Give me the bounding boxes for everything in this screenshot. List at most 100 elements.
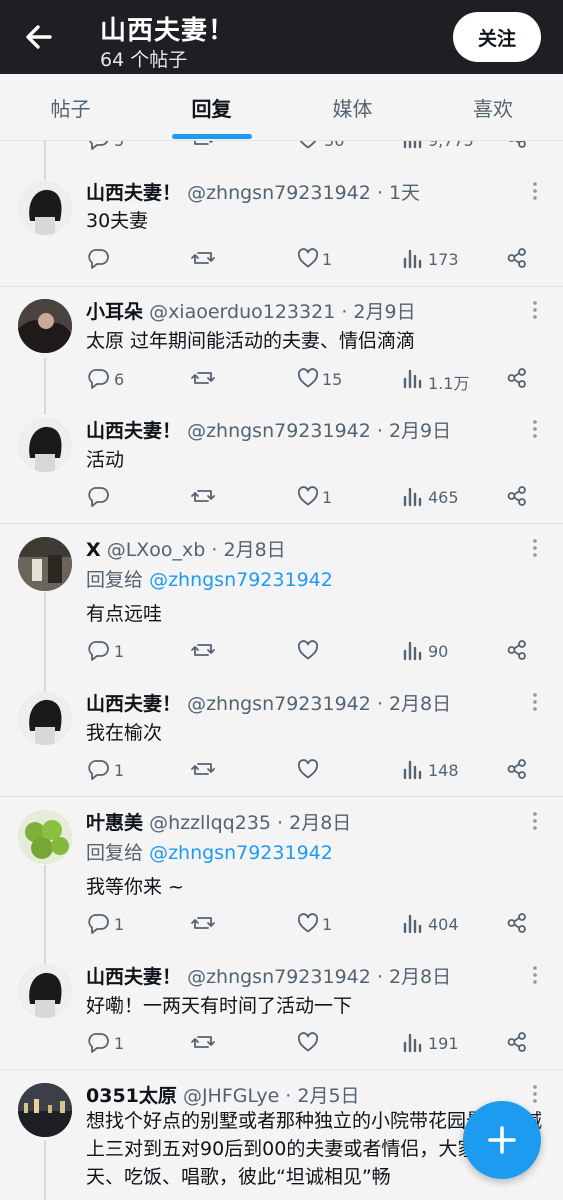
compose-button[interactable]: [463, 1101, 541, 1179]
share-icon[interactable]: [506, 485, 528, 507]
like-icon[interactable]: [296, 757, 320, 781]
views-icon[interactable]: [402, 367, 424, 389]
handle-and-date: @xiaoerduo123321 · 2月9日: [149, 301, 416, 323]
more-options-icon[interactable]: [528, 692, 542, 712]
views-icon[interactable]: [402, 758, 424, 780]
repost-icon[interactable]: [190, 638, 216, 662]
tab-posts[interactable]: 帖子: [0, 74, 141, 140]
post-header: 小耳朵 @xiaoerduo123321 · 2月9日: [86, 297, 416, 324]
display-name[interactable]: 山西夫妻！: [86, 966, 181, 988]
more-options-icon[interactable]: [528, 419, 542, 439]
more-options-icon[interactable]: [528, 965, 542, 985]
view-count: 148: [428, 761, 459, 780]
share-icon[interactable]: [506, 247, 528, 269]
reply-icon[interactable]: [86, 140, 110, 151]
reply-icon[interactable]: [86, 911, 110, 935]
like-icon[interactable]: [296, 638, 320, 662]
thread-line: [44, 1140, 46, 1200]
share-icon[interactable]: [506, 639, 528, 661]
post-text: 好嘞！一两天有时间了活动一下: [86, 995, 353, 1017]
more-options-icon[interactable]: [528, 181, 542, 201]
repost-icon[interactable]: [190, 246, 216, 270]
repost-icon[interactable]: [190, 484, 216, 508]
back-button[interactable]: [20, 18, 58, 56]
post-text: 活动: [86, 449, 125, 471]
reply-icon[interactable]: [86, 638, 110, 662]
tab-media[interactable]: 媒体: [282, 74, 423, 140]
reply-count: 1: [114, 761, 125, 780]
views-icon[interactable]: [402, 485, 424, 507]
reply-icon[interactable]: [86, 757, 110, 781]
post-count: 64 个帖子: [100, 49, 188, 71]
display-name[interactable]: 山西夫妻！: [86, 182, 181, 204]
reply-count: 6: [114, 370, 125, 389]
like-count: 15: [322, 370, 343, 389]
reply-to-label: 回复给: [86, 842, 144, 864]
divider: [0, 1069, 563, 1070]
repost-icon[interactable]: [190, 366, 216, 390]
more-options-icon[interactable]: [528, 811, 542, 831]
handle-and-date: @zhngsn79231942 · 2月8日: [187, 693, 452, 715]
display-name[interactable]: 叶惠美: [86, 812, 143, 834]
views-icon[interactable]: [402, 639, 424, 661]
thread-line: [44, 592, 46, 692]
reply-icon[interactable]: [86, 484, 110, 508]
avatar[interactable]: [18, 299, 72, 353]
share-icon[interactable]: [506, 140, 528, 149]
tab-replies[interactable]: 回复: [141, 74, 282, 140]
post-header: 0351太原 @JHFGLye · 2月5日: [86, 1081, 360, 1108]
reply-icon[interactable]: [86, 366, 110, 390]
reply-to-link[interactable]: @zhngsn79231942: [149, 569, 333, 591]
like-icon[interactable]: [296, 911, 320, 935]
views-icon[interactable]: [402, 140, 424, 149]
handle-and-date: @JHFGLye · 2月5日: [182, 1085, 360, 1107]
avatar-photo: [18, 418, 72, 472]
view-count: 191: [428, 1034, 459, 1053]
reply-icon[interactable]: [86, 246, 110, 270]
avatar[interactable]: [18, 181, 72, 235]
reply-to-label: 回复给: [86, 569, 144, 591]
display-name[interactable]: 山西夫妻！: [86, 420, 181, 442]
share-icon[interactable]: [506, 912, 528, 934]
like-icon[interactable]: [296, 1030, 320, 1054]
display-name[interactable]: 小耳朵: [86, 301, 143, 323]
share-icon[interactable]: [506, 758, 528, 780]
repost-icon[interactable]: [190, 140, 216, 151]
share-icon[interactable]: [506, 367, 528, 389]
avatar[interactable]: [18, 964, 72, 1018]
like-icon[interactable]: [296, 140, 320, 151]
avatar[interactable]: [18, 810, 72, 864]
share-icon[interactable]: [506, 1031, 528, 1053]
avatar[interactable]: [18, 537, 72, 591]
more-options-icon[interactable]: [528, 538, 542, 558]
tab-likes[interactable]: 喜欢: [423, 74, 563, 140]
handle-and-date: @zhngsn79231942 · 2月9日: [187, 420, 452, 442]
thread-line: [44, 150, 46, 180]
like-icon[interactable]: [296, 484, 320, 508]
repost-icon[interactable]: [190, 1030, 216, 1054]
reply-count: 1: [114, 915, 125, 934]
display-name[interactable]: 0351太原: [86, 1085, 177, 1107]
views-icon[interactable]: [402, 1031, 424, 1053]
repost-icon[interactable]: [190, 757, 216, 781]
views-icon[interactable]: [402, 247, 424, 269]
avatar[interactable]: [18, 1083, 72, 1137]
like-icon[interactable]: [296, 246, 320, 270]
display-name[interactable]: X: [86, 539, 101, 561]
views-icon[interactable]: [402, 912, 424, 934]
reply-icon[interactable]: [86, 1030, 110, 1054]
follow-button[interactable]: 关注: [453, 12, 541, 62]
avatar[interactable]: [18, 691, 72, 745]
post-text: 30夫妻: [86, 210, 149, 232]
repost-icon[interactable]: [190, 911, 216, 935]
reply-context: 回复给 @zhngsn79231942: [86, 838, 333, 865]
post-header: X @LXoo_xb · 2月8日: [86, 535, 286, 562]
reply-context: 回复给 @zhngsn79231942: [86, 565, 333, 592]
post-text: 有点远哇: [86, 603, 163, 625]
more-options-icon[interactable]: [528, 300, 542, 320]
reply-to-link[interactable]: @zhngsn79231942: [149, 842, 333, 864]
avatar[interactable]: [18, 418, 72, 472]
display-name[interactable]: 山西夫妻！: [86, 693, 181, 715]
arrow-left-icon: [26, 25, 52, 49]
like-icon[interactable]: [296, 366, 320, 390]
